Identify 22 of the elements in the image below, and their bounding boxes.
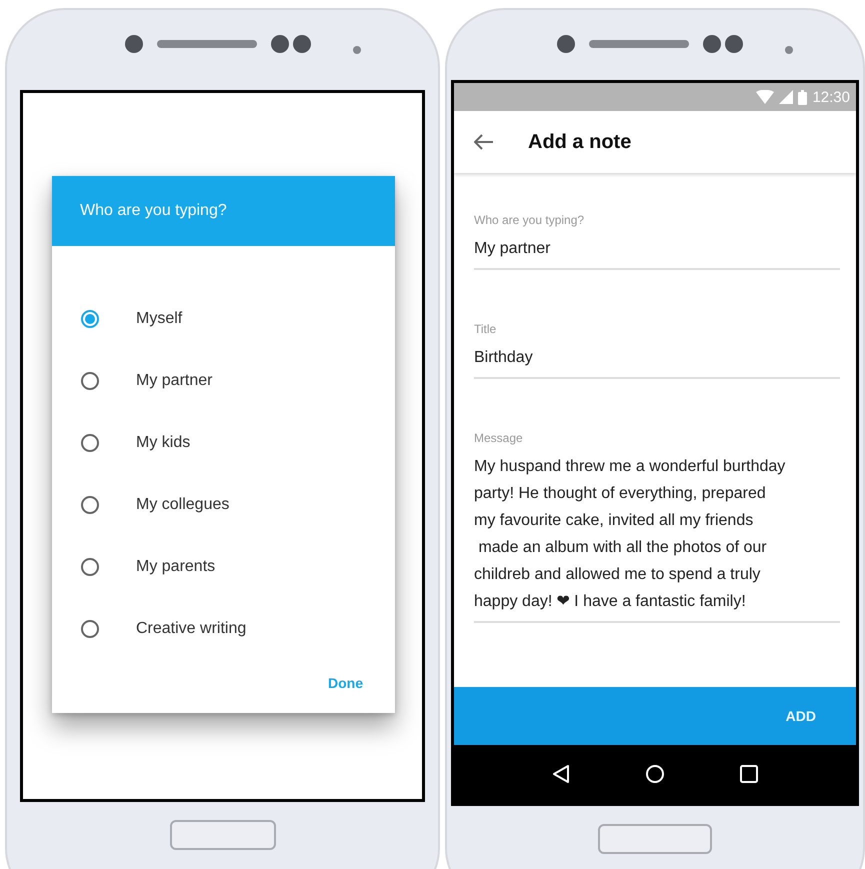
radio-option[interactable]: My kids bbox=[52, 412, 196, 474]
radio-option[interactable]: My parents bbox=[52, 536, 222, 598]
field-label: Title bbox=[474, 322, 498, 336]
input-field[interactable]: My partner bbox=[474, 235, 840, 270]
input-field[interactable]: My huspand threw me a wonderful burthday party! He thought of everything, prepared my favourite cake, invited all my friends made an album with all the photos of our childreb and allowed me to spend a truly happy day! ❤ I have a fantastic family! bbox=[474, 453, 840, 623]
field-label: Who are you typing? bbox=[474, 213, 586, 227]
radio-option[interactable]: Creative writing bbox=[52, 598, 252, 660]
back-icon[interactable] bbox=[552, 764, 570, 784]
radio-option[interactable]: My collegues bbox=[52, 474, 236, 536]
input-field[interactable]: Birthday bbox=[474, 344, 840, 379]
battery-icon bbox=[798, 90, 808, 104]
back-arrow-icon[interactable] bbox=[474, 134, 494, 150]
wifi-icon bbox=[756, 90, 774, 104]
field-label: Message bbox=[474, 431, 524, 445]
radio-option[interactable]: Myself bbox=[52, 288, 188, 350]
recents-icon[interactable] bbox=[740, 765, 758, 783]
signal-icon bbox=[779, 90, 794, 104]
home-icon[interactable] bbox=[644, 764, 665, 784]
status-time: 12:30 bbox=[812, 88, 850, 106]
screen-title: Add a note bbox=[528, 130, 632, 154]
dialog-title: Who are you typing? bbox=[80, 202, 227, 220]
radio-option[interactable]: My partner bbox=[52, 350, 218, 412]
